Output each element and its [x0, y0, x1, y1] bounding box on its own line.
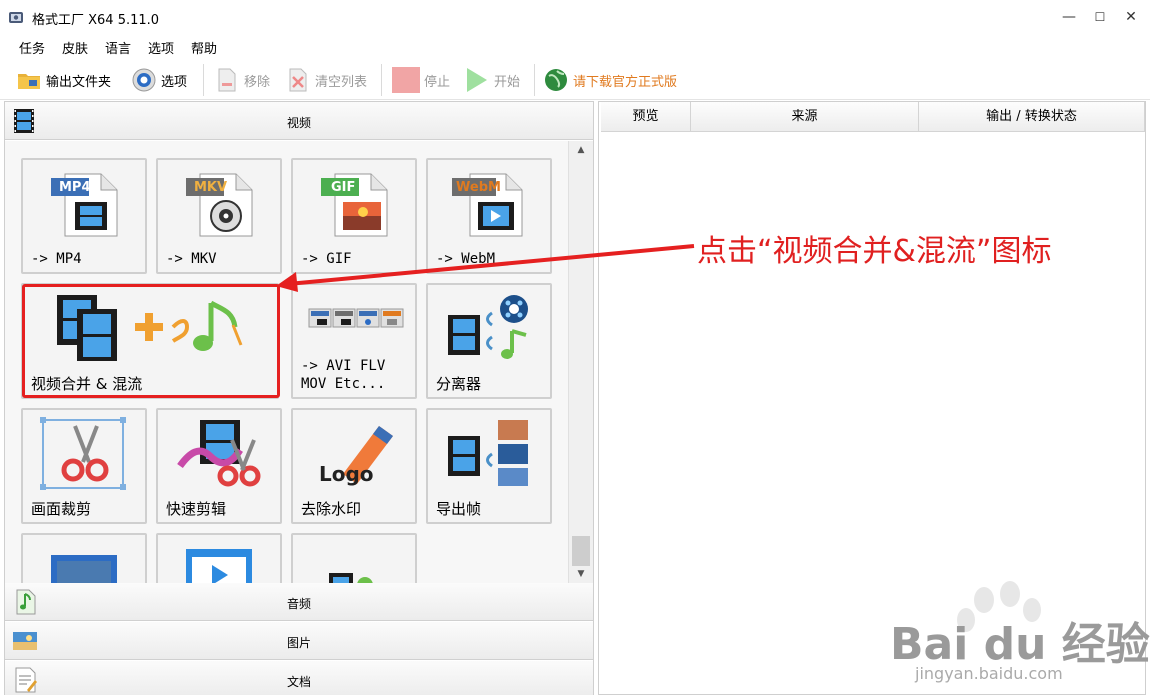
tile-crop[interactable]: 画面裁剪	[21, 408, 147, 524]
menu-skin[interactable]: 皮肤	[62, 38, 88, 57]
menu-bar: 任务 皮肤 语言 选项 帮助	[0, 34, 1150, 58]
menu-options[interactable]: 选项	[148, 38, 174, 57]
watermark-url: jingyan.baidu.com	[915, 664, 1063, 683]
clear-list-label: 清空列表	[315, 74, 368, 90]
tile-remove-watermark-label: 去除水印	[301, 500, 362, 518]
mp4-badge: MP4	[59, 180, 91, 195]
tile-quick-cut[interactable]: 快速剪辑	[156, 408, 282, 524]
remove-icon	[218, 68, 236, 92]
start-label: 开始	[494, 74, 521, 90]
gear-icon	[132, 68, 156, 92]
tile-to-mp4-label: -> MP4	[31, 251, 82, 267]
tile-remove-watermark[interactable]: Logo 去除水印	[291, 408, 417, 524]
annotation-arrow	[276, 244, 695, 292]
app-icon	[9, 12, 23, 23]
category-audio-label: 音频	[286, 597, 311, 611]
menu-help[interactable]: 帮助	[191, 38, 217, 57]
remove-button[interactable]: 移除	[214, 66, 270, 94]
output-folder-label: 输出文件夹	[46, 74, 112, 90]
tile-quick-cut-label: 快速剪辑	[166, 500, 227, 518]
start-button[interactable]: 开始	[464, 66, 520, 94]
webm-badge: WebM	[456, 180, 501, 195]
tile-row4-3[interactable]	[291, 533, 417, 583]
play-icon	[467, 68, 487, 92]
category-video[interactable]: 视频	[5, 102, 593, 140]
category-image[interactable]: 图片	[5, 622, 593, 660]
category-image-label: 图片	[286, 636, 311, 650]
globe-icon	[545, 69, 567, 91]
tile-to-mkv[interactable]: MKV -> MKV	[156, 158, 282, 274]
scroll-up-icon[interactable]: ▲	[569, 141, 593, 159]
menu-language[interactable]: 语言	[105, 38, 131, 57]
tile-to-avi-label: -> AVI FLV MOV Etc...	[301, 358, 386, 392]
stop-button[interactable]: 停止	[390, 66, 450, 94]
column-source[interactable]: 来源	[691, 102, 919, 132]
tile-splitter-label: 分离器	[436, 375, 482, 393]
export-frames-icon	[448, 420, 528, 486]
webm-file-icon	[452, 173, 523, 237]
toolbar-separator	[381, 64, 382, 96]
category-document[interactable]: 文档	[5, 661, 593, 695]
close-button[interactable]: ✕	[1117, 6, 1145, 28]
tile-export-frames[interactable]: 导出帧	[426, 408, 552, 524]
tile-row4-1[interactable]	[21, 533, 147, 583]
annotation-highlight-box	[22, 284, 280, 398]
mkv-badge: MKV	[194, 180, 228, 195]
options-button[interactable]: 选项	[131, 66, 187, 94]
gif-badge: GIF	[331, 180, 356, 195]
tile-splitter[interactable]: 分离器	[426, 283, 552, 399]
window-title: 格式工厂 X64 5.11.0	[32, 13, 160, 28]
category-video-label: 视频	[286, 116, 311, 130]
toolbar-separator	[203, 64, 204, 96]
tile-export-frames-label: 导出帧	[436, 500, 482, 518]
screen-record-icon	[51, 555, 117, 583]
function-panel: 视频 MP4 -> MP4 MKV -> MKV GIF -> GIF WebM…	[4, 101, 594, 695]
title-bar: 格式工厂 X64 5.11.0 — ☐ ✕	[0, 0, 1150, 34]
download-official-link[interactable]: 请下载官方正式版	[543, 66, 677, 94]
remove-label: 移除	[244, 74, 271, 90]
clear-list-icon	[289, 68, 307, 92]
minimize-button[interactable]: —	[1055, 6, 1083, 28]
column-preview[interactable]: 预览	[601, 102, 691, 132]
stop-label: 停止	[424, 74, 451, 90]
video-grid-scrollbar[interactable]: ▲ ▼	[568, 141, 593, 583]
output-folder-button[interactable]: 输出文件夹	[16, 66, 111, 94]
quick-cut-icon	[177, 420, 261, 487]
logo-text: Logo	[319, 462, 374, 486]
gif-file-icon	[321, 173, 388, 237]
watermark-brand: Bai du 经验	[890, 619, 1150, 670]
clear-list-button[interactable]: 清空列表	[285, 66, 367, 94]
mp4-file-icon	[51, 173, 118, 237]
tile-to-mkv-label: -> MKV	[166, 251, 217, 267]
mkv-file-icon	[186, 173, 253, 237]
tile-crop-label: 画面裁剪	[31, 500, 92, 518]
tile-row4-2[interactable]	[156, 533, 282, 583]
folder-icon	[18, 74, 40, 89]
options-label: 选项	[161, 74, 188, 90]
scroll-thumb[interactable]	[572, 536, 590, 566]
stop-icon	[392, 67, 420, 93]
download-official-label: 请下载官方正式版	[573, 74, 678, 90]
tile-to-mp4[interactable]: MP4 -> MP4	[21, 158, 147, 274]
crop-scissors-icon	[40, 417, 126, 490]
category-document-label: 文档	[286, 675, 311, 689]
toolbar: 输出文件夹 选项 移除 清空列表 停止 开始 请下载官方正式版	[0, 58, 1150, 100]
toolbar-separator	[534, 64, 535, 96]
category-audio[interactable]: 音频	[5, 583, 593, 621]
video-tool-icon	[329, 573, 373, 583]
annotation-text: 点击“视频合并&混流”图标	[697, 234, 1052, 269]
scroll-down-icon[interactable]: ▼	[569, 565, 593, 583]
video-player-icon	[186, 549, 252, 583]
tile-to-avi-flv-mov[interactable]: -> AVI FLV MOV Etc...	[291, 283, 417, 399]
menu-task[interactable]: 任务	[19, 38, 45, 57]
maximize-button[interactable]: ☐	[1086, 6, 1114, 28]
column-output-status[interactable]: 输出 / 转换状态	[919, 102, 1145, 132]
